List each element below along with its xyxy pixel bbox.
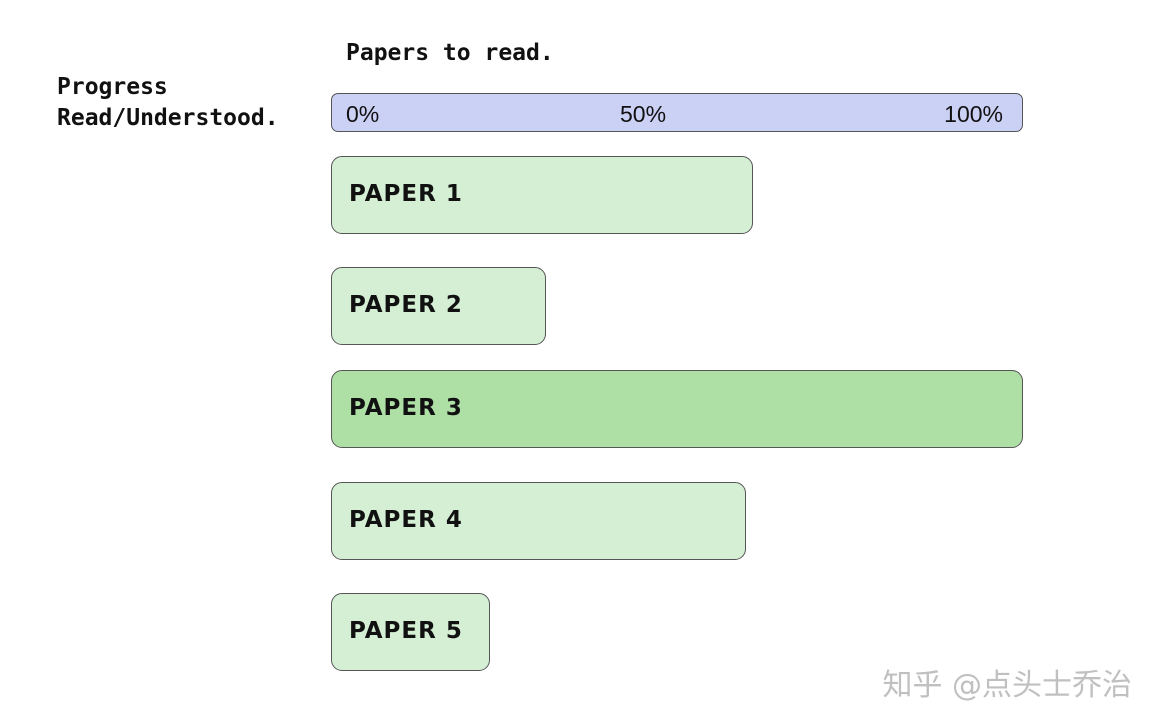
x-tick-label: 100% [944,101,1003,127]
x-tick-label: 0% [346,101,380,127]
bar-label: PAPER 1 [349,181,463,207]
y-axis-label: Progress Read/Understood. [57,72,279,134]
bar-label: PAPER 4 [349,507,463,533]
y-axis-label-line-2: Read/Understood. [57,105,279,131]
bar-label: PAPER 2 [349,292,463,318]
bar-paper-4: PAPER 4 [331,482,747,560]
percent-axis-bar: 0% 50% 100% [331,93,1023,132]
bar-paper-2: PAPER 2 [331,267,546,345]
x-tick-label: 50% [620,101,667,127]
bar-paper-3: PAPER 3 [331,370,1023,448]
bar-label: PAPER 5 [349,618,463,644]
bar-paper-5: PAPER 5 [331,593,491,671]
bar-label: PAPER 3 [349,395,463,421]
bar-paper-1: PAPER 1 [331,156,754,234]
y-axis-label-line-1: Progress [57,74,168,100]
chart-title: Papers to read. [346,40,554,66]
watermark: 知乎 @点头士乔治 [882,668,1132,703]
